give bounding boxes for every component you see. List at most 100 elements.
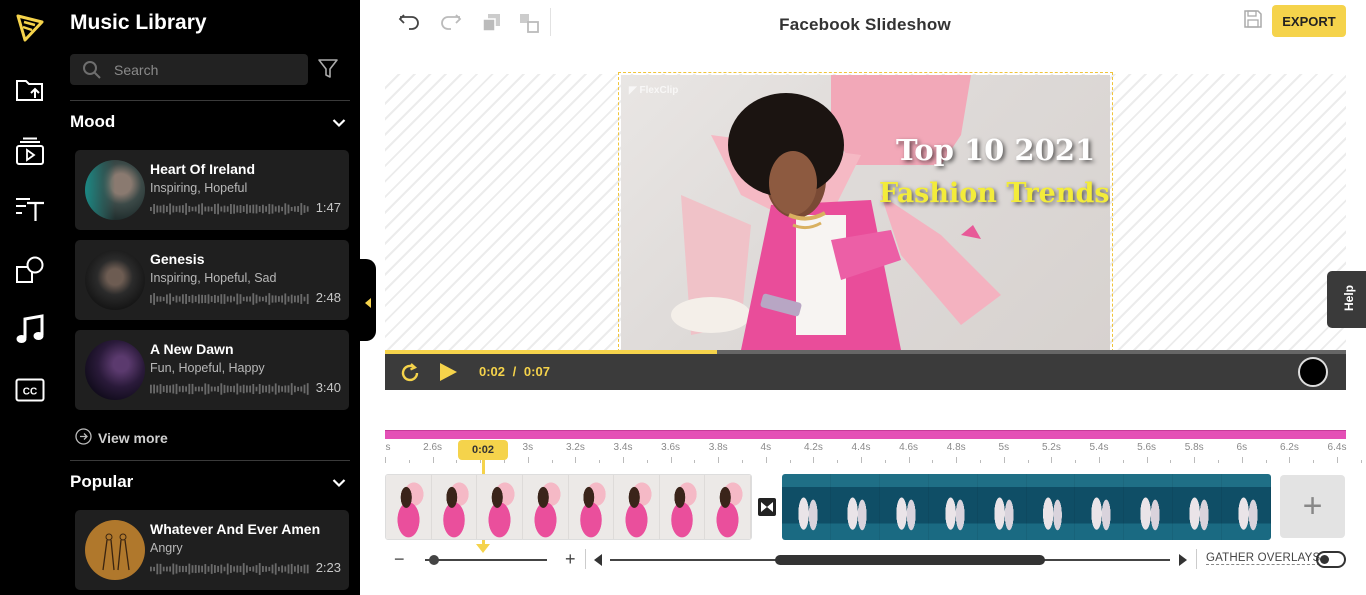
ruler-tick-label: 4s [760, 442, 772, 453]
ruler-tick [1289, 457, 1291, 463]
search-placeholder: Search [114, 62, 159, 78]
ruler-tick-label: 6.4s [1327, 442, 1347, 453]
track-title: Whatever And Ever Amen [150, 521, 321, 537]
ruler-minor-tick [789, 460, 791, 463]
music-library-panel: Music Library Search Mood Heart Of Irela… [60, 0, 360, 595]
track-thumbnail [85, 340, 145, 400]
elements-icon[interactable] [12, 252, 48, 288]
ruler-tick-label: 3.8s [708, 442, 728, 453]
ruler-minor-tick [646, 460, 648, 463]
export-button[interactable]: EXPORT [1272, 5, 1346, 37]
redo-icon[interactable] [440, 11, 462, 36]
watermark: ◤ FlexClip [629, 85, 679, 96]
icon-rail: CC [0, 0, 60, 595]
transition-icon[interactable] [758, 498, 776, 516]
ruler-minor-tick [1313, 460, 1315, 463]
ruler-tick-label: 5.2s [1041, 442, 1061, 453]
chevron-down-icon[interactable] [332, 476, 346, 494]
playhead-marker [476, 544, 490, 553]
ruler-tick [908, 457, 910, 463]
track-title: A New Dawn [150, 341, 234, 357]
chevron-down-icon[interactable] [332, 116, 346, 134]
gather-overlays-toggle[interactable] [1316, 551, 1346, 568]
text-icon[interactable] [12, 190, 48, 226]
zoom-in-button[interactable]: + [565, 549, 576, 570]
ruler-tick-label: 3.2s [565, 442, 585, 453]
divider [585, 549, 586, 569]
video-clip[interactable] [385, 474, 752, 540]
captions-icon[interactable]: CC [12, 372, 48, 408]
track-title: Heart Of Ireland [150, 161, 256, 177]
view-more-link[interactable]: View more [75, 428, 168, 448]
clip-frame [705, 475, 751, 539]
clip-frame [386, 475, 432, 539]
zoom-slider[interactable] [425, 555, 547, 565]
ruler-minor-tick [837, 460, 839, 463]
ruler-minor-tick [1027, 460, 1029, 463]
track-card[interactable]: A New Dawn Fun, Hopeful, Happy 3:40 [75, 330, 349, 410]
track-card[interactable]: Whatever And Ever Amen Angry 2:23 [75, 510, 349, 590]
ruler-tick [1194, 457, 1196, 463]
save-icon[interactable] [1243, 9, 1263, 34]
ruler-tick-label: 4.6s [899, 442, 919, 453]
logo-icon[interactable] [12, 10, 48, 46]
time-separator: / [512, 364, 517, 379]
panel-collapse-handle[interactable] [360, 259, 376, 341]
clip-frame [522, 475, 569, 539]
player-bar: 0:02 / 0:07 [385, 354, 1346, 390]
replay-icon[interactable] [399, 362, 421, 389]
split-icon[interactable] [519, 13, 539, 38]
track-duration: 3:40 [315, 380, 341, 395]
clip-frame [1124, 474, 1174, 540]
track-card[interactable]: Heart Of Ireland Inspiring, Hopeful 1:47 [75, 150, 349, 230]
scrollbar-thumb[interactable] [775, 555, 1045, 565]
total-time: 0:07 [523, 364, 550, 379]
ruler-tick-label: 3s [522, 442, 534, 453]
ruler-minor-tick [1075, 460, 1077, 463]
ruler-minor-tick [884, 460, 886, 463]
avatar[interactable] [1298, 357, 1328, 387]
panel-title: Music Library [70, 11, 207, 34]
playhead-time-badge[interactable]: 0:02 [458, 440, 508, 460]
play-icon[interactable] [438, 362, 458, 387]
clip-frame [782, 474, 831, 540]
duplicate-icon[interactable] [482, 13, 502, 38]
waveform [150, 383, 309, 395]
timeline-scrollbar[interactable] [610, 555, 1170, 565]
ruler-minor-tick [1122, 460, 1124, 463]
ruler-minor-tick [599, 460, 601, 463]
clip-frame [1173, 474, 1223, 540]
ruler-tick [527, 457, 529, 463]
search-icon [82, 60, 102, 85]
ruler-minor-tick [1170, 460, 1172, 463]
add-clip-button[interactable]: + [1280, 475, 1345, 538]
overlay-track[interactable] [385, 430, 1346, 439]
ruler-tick [813, 457, 815, 463]
zoom-out-button[interactable]: − [394, 549, 405, 570]
gather-overlays-label[interactable]: GATHER OVERLAYS [1206, 552, 1321, 565]
track-card[interactable]: Genesis Inspiring, Hopeful, Sad 2:48 [75, 240, 349, 320]
media-library-icon[interactable] [12, 134, 48, 170]
headline-line-1[interactable]: Top 10 2021 [896, 133, 1095, 167]
ruler-tick-label: 2.6s [423, 442, 443, 453]
undo-icon[interactable] [398, 11, 420, 36]
upload-folder-icon[interactable] [12, 72, 48, 108]
document-title[interactable]: Facebook Slideshow [700, 15, 1030, 35]
time-ruler[interactable]: s2.6s2.8s3s3.2s3.4s3.6s3.8s4s4.2s4.4s4.6… [385, 439, 1362, 465]
view-more-label: View more [98, 430, 168, 446]
scroll-right-icon[interactable] [1179, 553, 1187, 571]
filter-icon[interactable] [317, 58, 339, 85]
ruler-tick [765, 457, 767, 463]
video-clip[interactable] [782, 474, 1271, 540]
help-button[interactable]: Help [1327, 271, 1366, 328]
search-input[interactable]: Search [70, 54, 308, 85]
ruler-tick-label: s [385, 442, 391, 453]
music-icon[interactable] [12, 312, 48, 348]
track-duration: 1:47 [315, 200, 341, 215]
slide-canvas[interactable]: ◤ FlexClip Top 10 2021 Fashion Trends [621, 75, 1110, 350]
scroll-left-icon[interactable] [594, 553, 602, 571]
headline-line-2[interactable]: Fashion Trends [879, 178, 1110, 209]
arrow-circle-icon [75, 428, 92, 448]
zoom-slider-handle[interactable] [429, 555, 439, 565]
ruler-tick [1099, 457, 1100, 463]
